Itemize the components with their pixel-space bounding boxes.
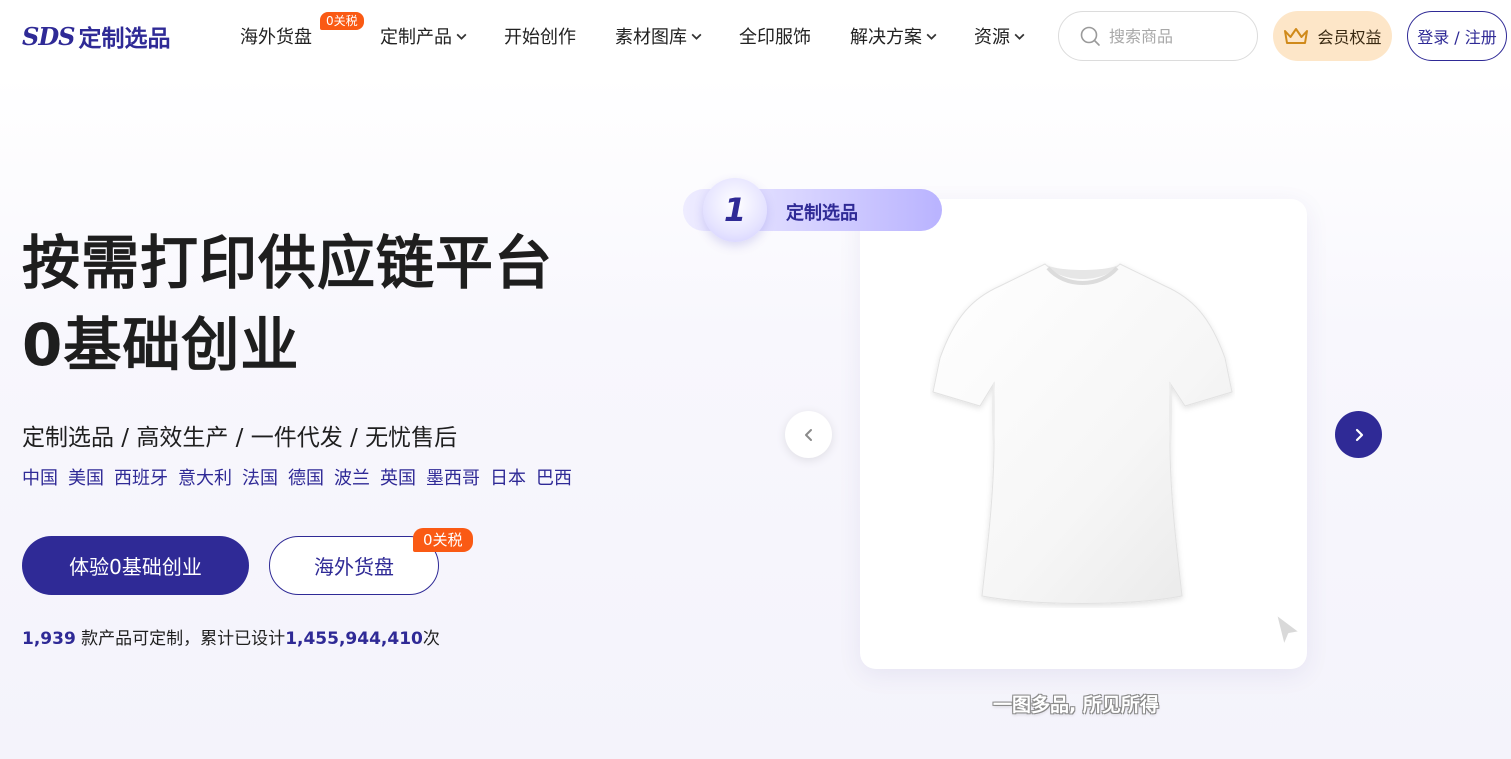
chevron-down-icon (926, 33, 937, 40)
zero-tariff-badge: 0关税 (413, 528, 473, 552)
nav-resources[interactable]: 资源 (974, 22, 1026, 50)
country-link[interactable]: 波兰 (334, 464, 370, 490)
nav-overseas-goods[interactable]: 海外货盘 0关税 (240, 12, 364, 50)
pointer-cursor-icon (1275, 613, 1301, 647)
chevron-down-icon (1014, 33, 1025, 40)
start-business-button[interactable]: 体验0基础创业 (22, 536, 249, 595)
tshirt-image (932, 263, 1233, 604)
login-register-button[interactable]: 登录 / 注册 (1407, 11, 1507, 61)
country-link[interactable]: 德国 (288, 464, 324, 490)
hero-title: 按需打印供应链平台 0基础创业 (22, 222, 553, 386)
chevron-down-icon (691, 33, 702, 40)
hero-title-line1: 按需打印供应链平台 (22, 229, 554, 297)
design-suffix: 次 (422, 629, 440, 649)
step-number: 1 (703, 178, 767, 242)
page: SDS 定制选品 海外货盘 0关税 定制产品 开始创作 素材图库 全印服饰 解决… (0, 0, 1511, 759)
country-link[interactable]: 英国 (380, 464, 416, 490)
logo-mark: SDS (22, 21, 75, 51)
search-icon[interactable] (1079, 25, 1101, 47)
chevron-down-icon (456, 33, 467, 40)
nav-all-over-print[interactable]: 全印服饰 (739, 22, 811, 50)
country-link[interactable]: 法国 (242, 464, 278, 490)
nav-material-library[interactable]: 素材图库 (615, 22, 703, 50)
nav-custom-products[interactable]: 定制产品 (380, 22, 468, 50)
nav-label: 定制产品 (380, 27, 452, 48)
step-label: 定制选品 (786, 203, 858, 224)
country-link[interactable]: 西班牙 (114, 464, 168, 490)
nav-label: 素材图库 (615, 27, 687, 48)
country-link[interactable]: 中国 (22, 464, 58, 490)
country-link[interactable]: 意大利 (178, 464, 232, 490)
nav-label: 全印服饰 (739, 27, 811, 48)
product-count: 1,939 (22, 629, 76, 649)
nav-solutions[interactable]: 解决方案 (850, 22, 938, 50)
country-list: 中国 美国 西班牙 意大利 法国 德国 波兰 英国 墨西哥 日本 巴西 (22, 464, 572, 490)
showcase-caption: 一图多品, 所见所得 (993, 694, 1159, 716)
login-label: 登录 / 注册 (1417, 28, 1497, 47)
crown-icon (1284, 28, 1309, 44)
carousel-next-button[interactable] (1335, 411, 1382, 458)
search-input[interactable] (1109, 26, 1249, 46)
nav-start-creating[interactable]: 开始创作 (504, 22, 576, 50)
carousel-prev-button[interactable] (785, 411, 832, 458)
hero-title-line2: 0基础创业 (22, 311, 300, 379)
platform-stats: 1,939 款产品可定制，累计已设计1,455,944,410次 (22, 624, 440, 649)
vip-benefits-button[interactable]: 会员权益 (1273, 11, 1392, 61)
country-link[interactable]: 墨西哥 (426, 464, 480, 490)
chevron-right-icon (1355, 428, 1363, 441)
product-text: 款产品可定制，累计已设计 (75, 629, 286, 649)
country-link[interactable]: 日本 (490, 464, 526, 490)
nav-label: 开始创作 (504, 27, 576, 48)
hero-subtitle: 定制选品 / 高效生产 / 一件代发 / 无忧售后 (22, 425, 458, 451)
design-count: 1,455,944,410 (285, 629, 423, 649)
nav-label: 解决方案 (850, 27, 922, 48)
top-nav-bar: SDS 定制选品 海外货盘 0关税 定制产品 开始创作 素材图库 全印服饰 解决… (0, 0, 1511, 72)
nav-label: 海外货盘 (240, 27, 312, 48)
logo[interactable]: SDS 定制选品 (22, 20, 171, 53)
country-link[interactable]: 美国 (68, 464, 104, 490)
logo-text: 定制选品 (78, 26, 171, 52)
country-link[interactable]: 巴西 (536, 464, 572, 490)
nav-label: 资源 (974, 27, 1010, 48)
chevron-left-icon (804, 428, 812, 441)
search-box (1058, 11, 1258, 61)
vip-label: 会员权益 (1317, 28, 1382, 47)
zero-tariff-badge: 0关税 (320, 12, 364, 30)
